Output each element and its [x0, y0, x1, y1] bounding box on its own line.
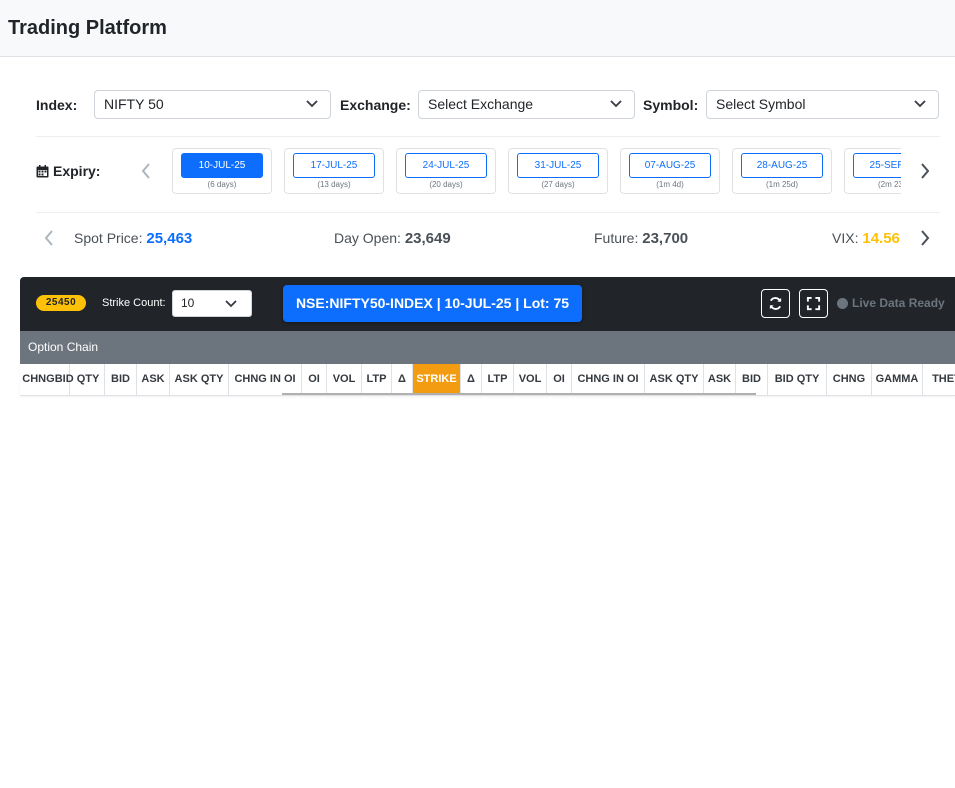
column-header[interactable]: OI — [302, 364, 327, 395]
chevron-down-icon — [225, 300, 237, 308]
option-chain-toolbar: 25450 Strike Count: 10 NSE:NIFTY50-INDEX… — [20, 277, 955, 331]
expiry-date[interactable]: 17-JUL-25 — [293, 153, 375, 178]
chevron-left-icon[interactable] — [44, 230, 54, 246]
refresh-icon — [769, 297, 782, 310]
chevron-left-icon[interactable] — [141, 163, 151, 179]
column-header[interactable]: BID QTY — [768, 364, 827, 395]
vix-value: 14.56 — [862, 230, 900, 247]
expiry-item[interactable]: 25-SEP-25 (2m 23d) — [844, 148, 901, 194]
chevron-down-icon — [306, 100, 318, 108]
chevron-right-icon[interactable] — [920, 163, 930, 179]
expiry-date[interactable]: 10-JUL-25 — [181, 153, 263, 178]
column-header[interactable]: LTP — [362, 364, 392, 395]
column-header[interactable]: Δ — [392, 364, 413, 395]
spot-price-value: 25,463 — [146, 230, 193, 247]
live-status-text: Live Data Ready — [852, 296, 945, 310]
calendar-icon — [36, 164, 49, 177]
future-label: Future: — [594, 230, 639, 246]
strike-count-select[interactable]: 10 — [172, 290, 252, 317]
app-title: Trading Platform — [8, 17, 167, 39]
exchange-label: Exchange: — [340, 97, 411, 113]
spot-price-label: Spot Price: — [74, 230, 143, 246]
horizontal-scrollbar[interactable] — [282, 393, 756, 395]
column-header[interactable]: THETA — [923, 364, 955, 395]
instrument-button[interactable]: NSE:NIFTY50-INDEX | 10-JUL-25 | Lot: 75 — [283, 285, 582, 322]
fullscreen-icon — [806, 296, 821, 311]
expiry-date[interactable]: 31-JUL-25 — [517, 153, 599, 178]
expiry-label-text: Expiry: — [53, 163, 101, 179]
exchange-select-value: Select Exchange — [428, 96, 534, 112]
refresh-button[interactable] — [761, 289, 790, 318]
future-price: Future: 23,700 — [594, 230, 688, 247]
symbol-select-value: Select Symbol — [716, 96, 806, 112]
atm-strike-badge: 25450 — [36, 295, 86, 311]
expiry-days: (20 days) — [429, 180, 463, 189]
column-header[interactable]: BID — [105, 364, 137, 395]
column-header[interactable]: BID — [736, 364, 768, 395]
spot-price: Spot Price: 25,463 — [74, 230, 192, 247]
expiry-item[interactable]: 28-AUG-25 (1m 25d) — [732, 148, 832, 194]
vix: VIX: 14.56 — [832, 230, 900, 247]
expiry-date[interactable]: 28-AUG-25 — [741, 153, 823, 178]
expiry-label: Expiry: — [36, 163, 100, 179]
divider — [36, 136, 940, 137]
index-select[interactable]: NIFTY 50 — [94, 90, 331, 119]
expiry-date[interactable]: 24-JUL-25 — [405, 153, 487, 178]
app-header: Trading Platform — [0, 0, 955, 57]
expiry-days: (13 days) — [317, 180, 351, 189]
divider — [36, 212, 940, 213]
chevron-down-icon — [914, 100, 926, 108]
live-status: Live Data Ready — [837, 296, 945, 310]
column-header[interactable]: CHNG — [827, 364, 872, 395]
expiry-item[interactable]: 07-AUG-25 (1m 4d) — [620, 148, 720, 194]
symbol-select[interactable]: Select Symbol — [706, 90, 939, 119]
exchange-select[interactable]: Select Exchange — [418, 90, 635, 119]
chevron-right-icon[interactable] — [920, 230, 930, 246]
column-header[interactable]: CHNG IN OI — [572, 364, 645, 395]
column-header[interactable]: OI — [547, 364, 572, 395]
expiry-carousel: 10-JUL-25 (6 days) 17-JUL-25 (13 days) 2… — [172, 148, 901, 194]
column-header[interactable]: VOL — [514, 364, 547, 395]
day-open-value: 23,649 — [404, 230, 451, 247]
future-value: 23,700 — [642, 230, 689, 247]
option-chain-header: CHNG BID QTY BID ASK ASK QTY CHNG IN OI … — [20, 364, 955, 396]
expiry-date[interactable]: 25-SEP-25 — [853, 153, 901, 178]
expiry-days: (1m 4d) — [656, 180, 684, 189]
column-header[interactable]: VOL — [327, 364, 362, 395]
option-chain-title: Option Chain — [20, 331, 955, 364]
column-header[interactable]: ASK — [137, 364, 170, 395]
column-header[interactable]: CHNG IN OI — [229, 364, 302, 395]
column-header-strike[interactable]: STRIKE — [413, 364, 461, 395]
expiry-days: (27 days) — [541, 180, 575, 189]
column-header[interactable]: BID QTY — [50, 364, 105, 395]
expiry-days: (1m 25d) — [765, 180, 798, 189]
expiry-days: (6 days) — [207, 180, 237, 189]
day-open-label: Day Open: — [334, 230, 401, 246]
symbol-label: Symbol: — [643, 97, 699, 113]
column-header[interactable]: ASK — [704, 364, 736, 395]
expiry-date[interactable]: 07-AUG-25 — [629, 153, 711, 178]
index-select-value: NIFTY 50 — [104, 96, 164, 112]
column-header[interactable]: Δ — [461, 364, 482, 395]
expiry-item[interactable]: 10-JUL-25 (6 days) — [172, 148, 272, 194]
index-label: Index: — [36, 97, 78, 113]
expiry-item[interactable]: 24-JUL-25 (20 days) — [396, 148, 496, 194]
status-dot-icon — [837, 297, 848, 309]
vix-label: VIX: — [832, 230, 859, 246]
day-open: Day Open: 23,649 — [334, 230, 451, 247]
column-header[interactable]: GAMMA — [872, 364, 923, 395]
expiry-item[interactable]: 31-JUL-25 (27 days) — [508, 148, 608, 194]
column-header[interactable]: LTP — [482, 364, 514, 395]
strike-count-label: Strike Count: — [102, 297, 166, 309]
chevron-down-icon — [610, 100, 622, 108]
column-header[interactable]: ASK QTY — [645, 364, 704, 395]
strike-count-value: 10 — [181, 296, 195, 310]
expiry-days: (2m 23d) — [877, 180, 901, 189]
fullscreen-button[interactable] — [799, 289, 828, 318]
column-header[interactable]: ASK QTY — [170, 364, 229, 395]
expiry-item[interactable]: 17-JUL-25 (13 days) — [284, 148, 384, 194]
